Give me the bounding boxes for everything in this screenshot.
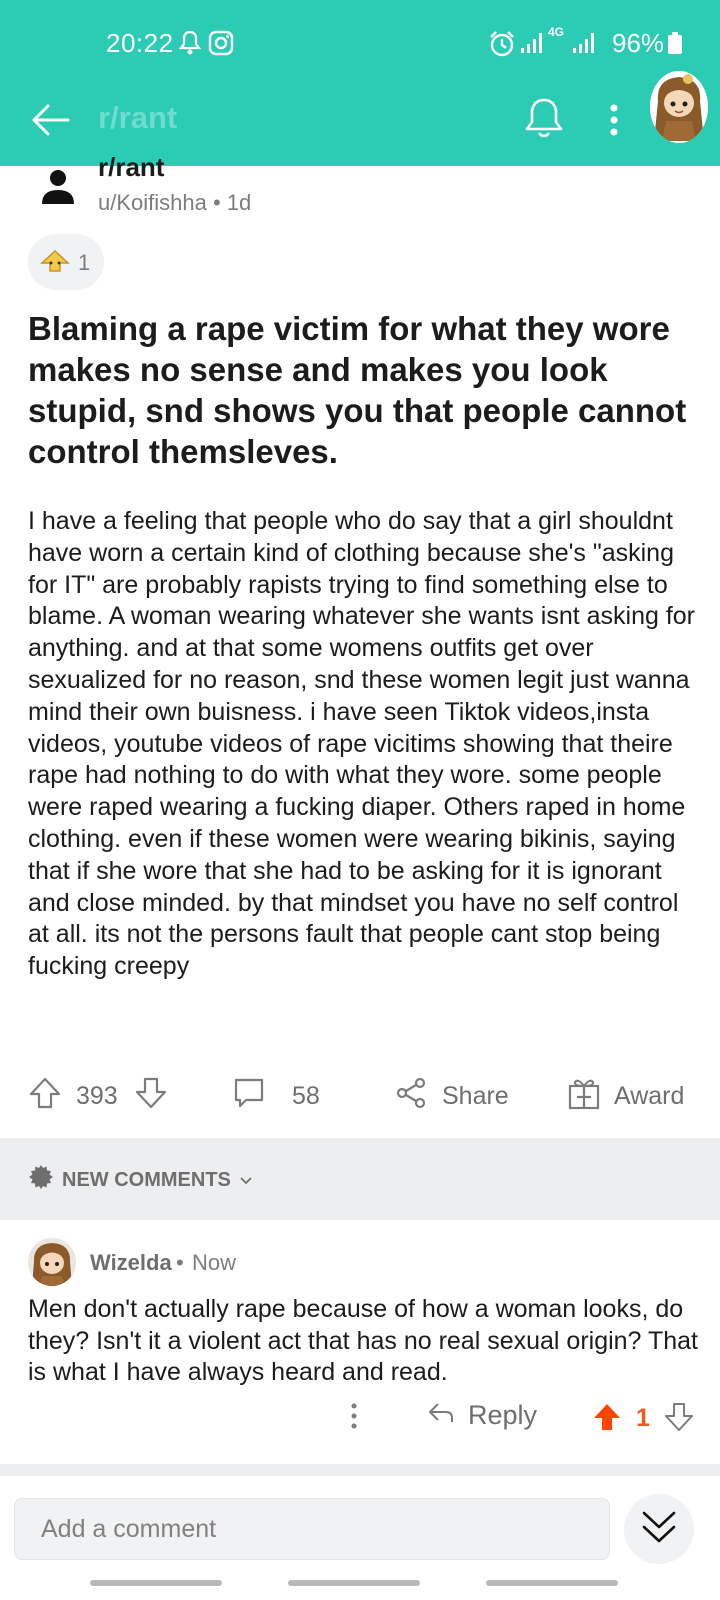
comment-score: 1 [636, 1404, 650, 1432]
award-label: Award [614, 1081, 685, 1110]
comment-avatar[interactable] [28, 1238, 76, 1286]
comment-item: Wizelda • Now Men don't actually rape be… [0, 1220, 720, 1466]
comment-time: Now [192, 1250, 237, 1275]
more-vert-icon[interactable] [600, 96, 628, 144]
divider [0, 1464, 720, 1476]
upvote-group: 393 [28, 1056, 168, 1136]
subreddit-icon[interactable] [38, 166, 78, 206]
signal-icon [520, 30, 542, 59]
battery-percent: 96% [612, 28, 665, 58]
share-button[interactable]: Share [396, 1056, 509, 1136]
post-title: Blaming a rape victim for what they wore… [28, 310, 687, 470]
post-author[interactable]: u/Koifishha [98, 190, 207, 215]
app-header: 20:22 4G 96% r/rant [0, 0, 720, 166]
nav-home-handle[interactable] [288, 1580, 420, 1586]
award-count: 1 [78, 250, 91, 275]
post-score: 393 [76, 1081, 118, 1110]
reply-label: Reply [468, 1400, 538, 1430]
comment-author[interactable]: Wizelda [90, 1250, 172, 1276]
alarm-icon [488, 30, 516, 63]
nav-recents-handle[interactable] [90, 1580, 222, 1586]
award-button[interactable]: Award [568, 1056, 684, 1136]
comment-body: Men don't actually rape because of how a… [28, 1295, 698, 1386]
add-comment-input[interactable] [14, 1498, 610, 1560]
instagram-icon [208, 30, 234, 61]
chevron-down-icon [239, 1169, 253, 1192]
battery-icon [668, 32, 682, 59]
gift-icon [568, 1076, 600, 1117]
comment-sort-dropdown[interactable]: NEW COMMENTS [28, 1164, 253, 1196]
gear-icon [28, 1164, 54, 1196]
status-bar: 20:22 4G 96% [0, 0, 720, 84]
comment-more-icon[interactable] [350, 1402, 358, 1435]
upvote-arrow-icon[interactable] [28, 1076, 62, 1117]
bell-icon[interactable] [522, 94, 566, 142]
notification-icon [178, 30, 202, 61]
comment-meta-separator: • [176, 1250, 184, 1275]
share-icon [396, 1077, 428, 1116]
comment-downvote-icon[interactable] [664, 1402, 694, 1437]
profile-avatar[interactable] [650, 71, 708, 143]
post-age: 1d [226, 190, 252, 215]
downvote-arrow-icon[interactable] [134, 1076, 168, 1117]
post-body-text: I have a feeling that people who do say … [28, 507, 696, 981]
post-action-bar: 393 58 Share Award [0, 1056, 720, 1136]
double-chevron-down-icon [640, 1509, 678, 1550]
post-subreddit[interactable]: r/rant [98, 152, 164, 183]
share-label: Share [442, 1081, 509, 1110]
helpful-award-icon [40, 249, 70, 280]
network-type-icon: 4G [548, 25, 565, 39]
meta-separator: • [212, 190, 221, 215]
comment-bubble-icon [232, 1076, 266, 1117]
award-badge[interactable]: 1 [28, 234, 104, 290]
comments-sort-bar: NEW COMMENTS [0, 1138, 720, 1220]
comment-actions: Reply 1 [0, 1392, 720, 1448]
post-author-line: u/Koifishha • 1d [98, 190, 251, 216]
reply-button[interactable]: Reply [428, 1400, 537, 1431]
comment-count: 58 [292, 1081, 320, 1110]
reply-arrow-icon [428, 1400, 454, 1431]
sort-label: NEW COMMENTS [62, 1168, 231, 1191]
header-subreddit-title[interactable]: r/rant [98, 100, 177, 136]
status-time: 20:22 [106, 28, 174, 58]
comment-upvote-icon[interactable] [592, 1402, 622, 1437]
comments-button[interactable]: 58 [232, 1056, 320, 1136]
post-header: r/rant u/Koifishha • 1d [0, 152, 720, 226]
signal-icon-2 [572, 30, 594, 59]
back-arrow-icon[interactable] [28, 98, 72, 142]
collapse-button[interactable] [624, 1494, 694, 1564]
nav-back-handle[interactable] [486, 1580, 618, 1586]
post-body: I have a feeling that people who do say … [28, 506, 700, 983]
system-nav-bar [0, 1570, 720, 1600]
